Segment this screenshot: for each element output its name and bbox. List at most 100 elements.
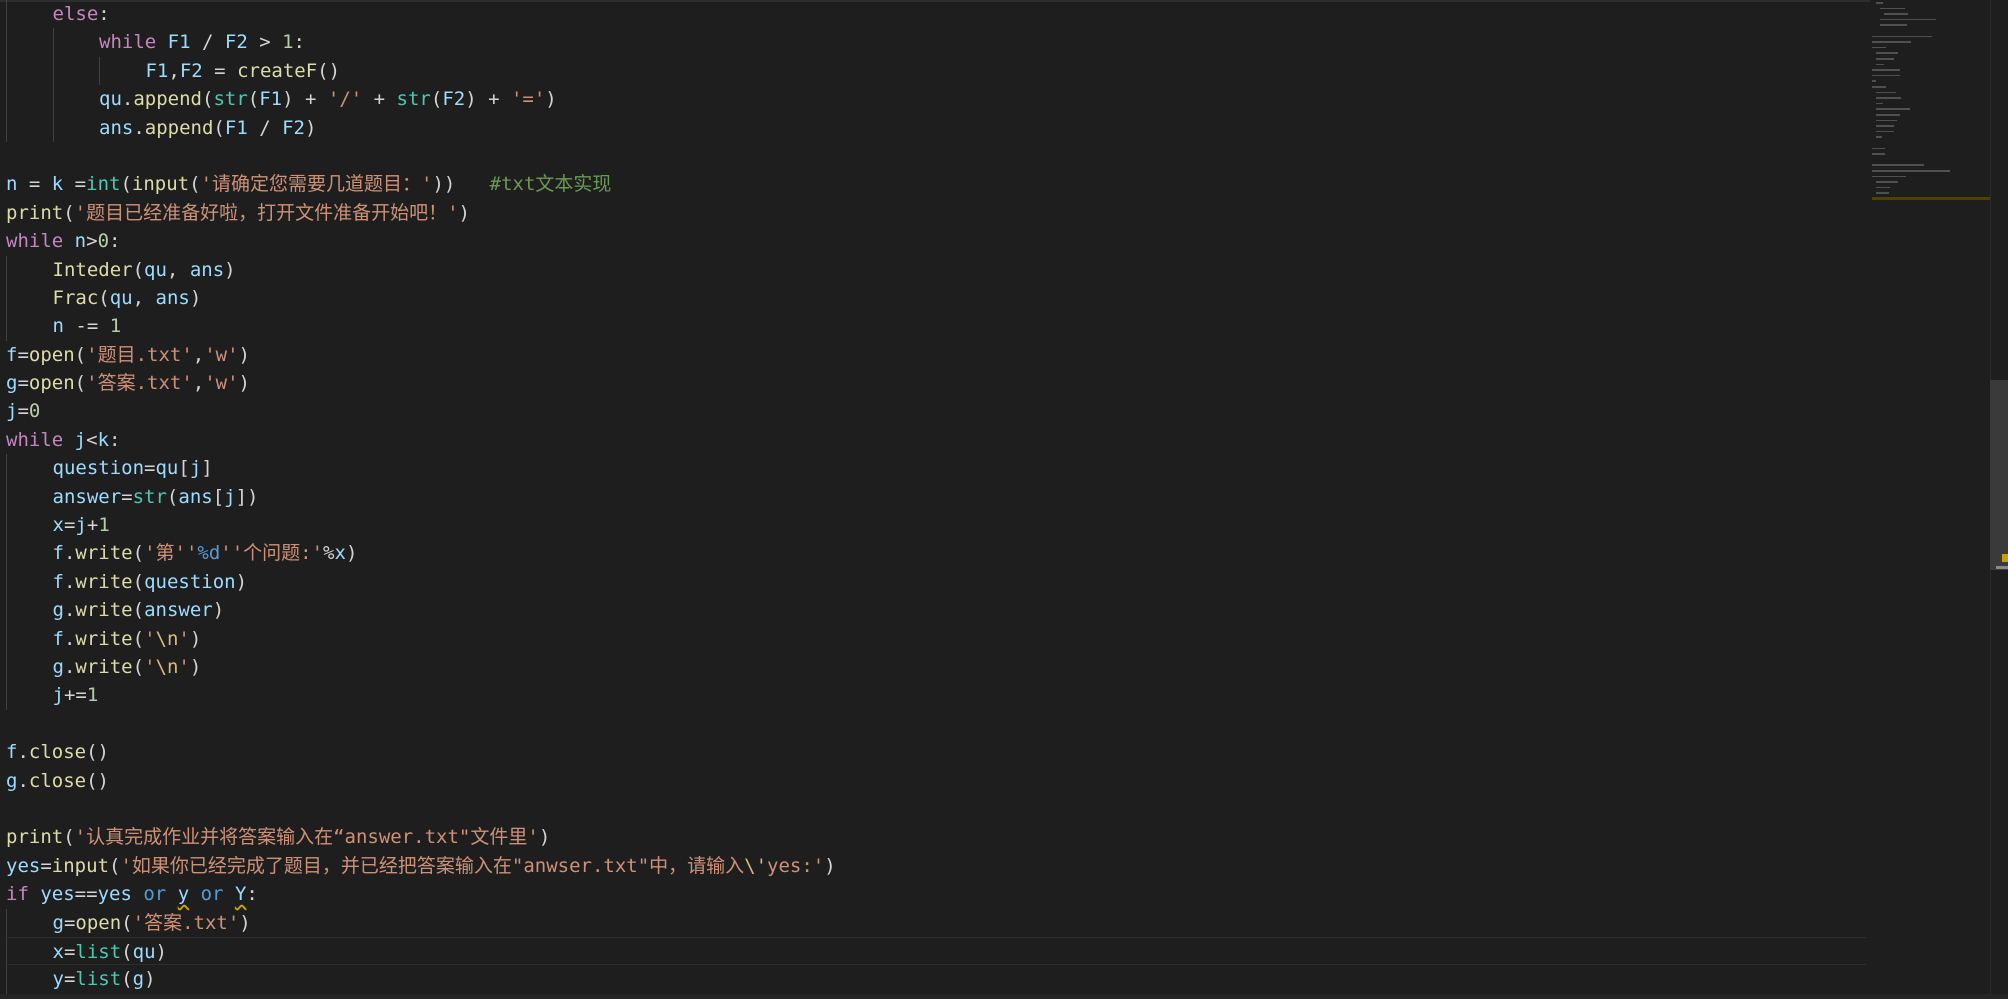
code-line-text: question=qu[j] — [6, 457, 213, 479]
code-token: g — [52, 655, 64, 678]
minimap-line — [1876, 91, 1896, 94]
code-line[interactable]: answer=str(ans[j]) — [6, 482, 1866, 512]
code-line[interactable]: n -= 1 — [6, 312, 1866, 341]
code-line[interactable]: f=open('题目.txt','w') — [6, 341, 1866, 369]
code-line[interactable] — [6, 710, 1866, 738]
scrollbar-thumb[interactable] — [1990, 380, 2008, 570]
code-line[interactable]: g.close() — [6, 767, 1866, 795]
code-token: ) — [144, 968, 156, 991]
code-line[interactable]: Inteder(qu, ans) — [6, 255, 1866, 284]
code-token: ( — [121, 911, 133, 934]
code-token: '答案.txt' — [86, 372, 193, 395]
code-token: int — [86, 173, 121, 196]
code-token: question — [52, 457, 145, 480]
code-token: '请确定您需要几道题目：' — [200, 173, 433, 196]
code-line[interactable] — [6, 795, 1866, 823]
code-token: ''个问题:' — [220, 542, 324, 565]
code-line[interactable]: while j<k: — [6, 426, 1866, 454]
code-token: close — [28, 741, 87, 764]
code-token: write — [75, 599, 133, 622]
code-line[interactable]: qu.append(str(F1) + '/' + str(F2) + '=') — [6, 85, 1866, 114]
code-token: ) — [189, 286, 202, 309]
code-line[interactable]: f.write('\n') — [6, 624, 1866, 653]
code-line[interactable]: g.write(answer) — [6, 596, 1866, 625]
code-line[interactable]: x=j+1 — [6, 511, 1866, 540]
code-token: j — [224, 485, 236, 508]
code-token: ) + — [282, 88, 328, 111]
code-token: j — [189, 457, 202, 480]
code-line[interactable]: question=qu[j] — [6, 454, 1866, 483]
code-line[interactable]: print('题目已经准备好啦，打开文件准备开始吧！') — [6, 199, 1866, 227]
code-token: x — [52, 514, 64, 537]
code-token: , — [192, 343, 205, 366]
minimap[interactable] — [1872, 0, 1990, 260]
code-line-text: g.write('\n') — [6, 655, 202, 678]
code-token: ) — [239, 911, 251, 934]
code-token: : — [98, 3, 110, 25]
code-line[interactable]: print('认真完成作业并将答案输入在“answer.txt"文件里') — [6, 823, 1866, 851]
code-line-text: n -= 1 — [6, 315, 122, 338]
code-token: = — [63, 514, 76, 537]
code-line[interactable]: j=0 — [6, 397, 1866, 425]
code-editor[interactable]: else: while F1 / F2 > 1: F1,F2 = createF()… — [0, 0, 2008, 999]
code-line[interactable]: g=open('答案.txt') — [6, 908, 1866, 937]
code-line[interactable]: F1,F2 = createF() — [6, 56, 1866, 86]
code-line-text: y=list(g) — [6, 968, 156, 990]
code-token: createF — [237, 59, 318, 82]
code-line-text: g.close() — [6, 770, 109, 792]
code-token: input — [51, 854, 109, 877]
code-line[interactable]: else: — [6, 0, 1866, 29]
code-token: ( — [213, 116, 225, 139]
code-token: \n — [155, 627, 179, 650]
code-line-text: x=list(qu) — [6, 941, 167, 963]
code-line-text: if yes==yes or y or Y: — [6, 883, 258, 905]
code-token: n — [6, 173, 18, 196]
code-line[interactable]: if yes==yes or y or Y: — [6, 880, 1866, 908]
code-token: g — [6, 769, 18, 792]
code-line[interactable] — [6, 142, 1866, 170]
scrollbar-cursor-marker — [1996, 566, 2008, 569]
code-token: = — [144, 457, 156, 480]
minimap-line — [1876, 186, 1890, 189]
code-token: F1 — [259, 88, 283, 111]
code-token: F1 — [224, 116, 248, 139]
minimap-line — [1872, 46, 1886, 49]
code-token: ) — [189, 627, 202, 650]
code-line[interactable]: f.write('第''%d''个问题:'%x) — [6, 539, 1866, 568]
code-token: ( — [132, 542, 145, 565]
code-token: . — [121, 88, 134, 111]
code-token: ( — [74, 343, 87, 366]
code-line[interactable]: while F1 / F2 > 1: — [6, 28, 1866, 57]
code-line[interactable]: g=open('答案.txt','w') — [6, 369, 1866, 397]
code-token: '如果你已经完成了题目，并已经把答案输入在"anwser.txt"中，请输入 — [120, 854, 745, 877]
minimap-line — [1872, 147, 1885, 150]
code-token: . — [133, 116, 145, 139]
code-area[interactable]: else: while F1 / F2 > 1: F1,F2 = createF()… — [6, 0, 1866, 994]
minimap-line — [1880, 18, 1936, 21]
code-line[interactable]: f.write(question) — [6, 567, 1866, 597]
code-line[interactable]: g.write('\n') — [6, 652, 1866, 682]
code-token: else — [52, 3, 99, 25]
code-line[interactable]: y=list(g) — [6, 965, 1866, 994]
code-line[interactable]: n = k =int(input('请确定您需要几道题目：')) #txt文本实… — [6, 170, 1866, 198]
code-line[interactable]: f.close() — [6, 738, 1866, 766]
code-line[interactable]: while n>0: — [6, 227, 1866, 255]
minimap-line — [1872, 170, 1951, 172]
code-line[interactable]: x=list(qu) — [6, 936, 1866, 966]
code-line[interactable]: j+=1 — [6, 681, 1866, 710]
code-token: '题目.txt' — [86, 343, 193, 366]
code-token: f — [6, 343, 18, 366]
code-token: qu — [144, 258, 167, 281]
minimap-line — [1872, 175, 1906, 178]
code-line[interactable]: ans.append(F1 / F2) — [6, 113, 1866, 142]
code-token: == — [74, 883, 98, 906]
code-token: 0 — [28, 400, 41, 423]
code-token: , — [132, 286, 156, 309]
code-line[interactable]: Frac(qu, ans) — [6, 283, 1866, 313]
code-line[interactable]: yes=input('如果你已经完成了题目，并已经把答案输入在"anwser.t… — [6, 852, 1866, 880]
code-token: )) — [432, 173, 490, 196]
code-token: open — [75, 911, 122, 934]
code-line-text: qu.append(str(F1) + '/' + str(F2) + '=') — [6, 88, 557, 110]
code-token: -= — [63, 315, 110, 338]
